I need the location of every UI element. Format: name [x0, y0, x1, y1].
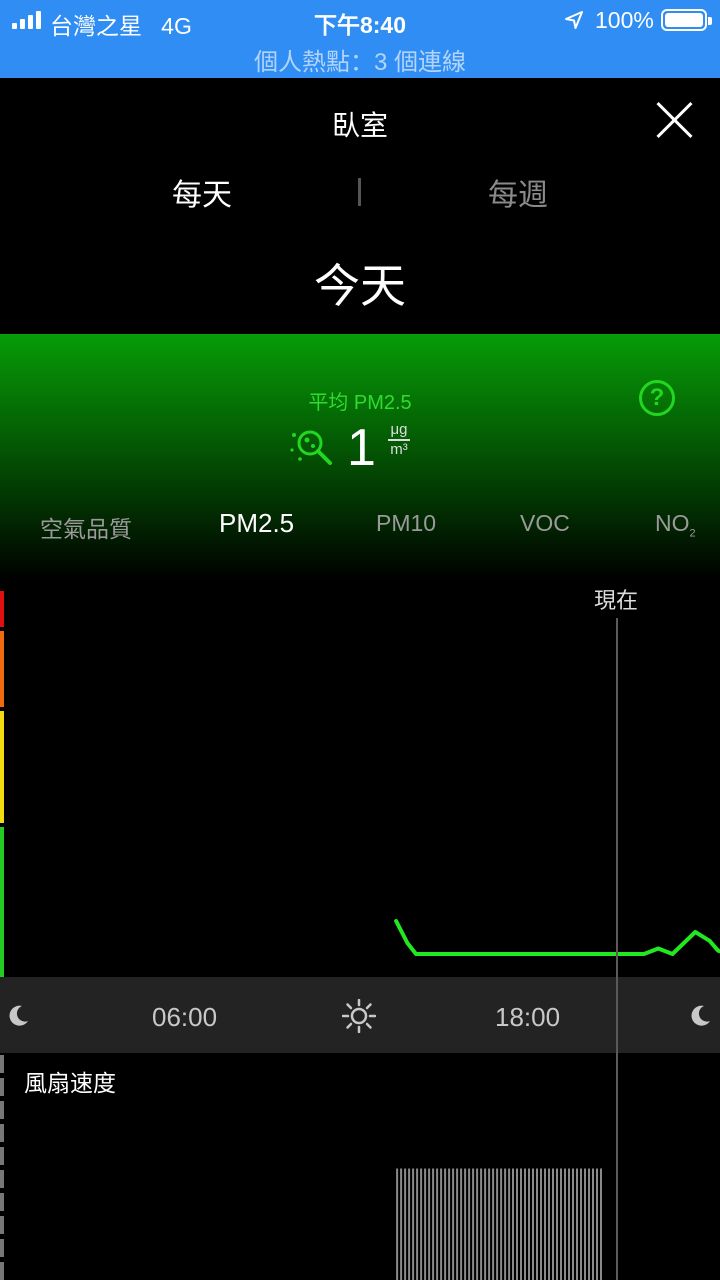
- fan-speed-bar: [396, 1168, 399, 1280]
- fan-speed-bar: [528, 1168, 530, 1280]
- fan-speed-bar: [468, 1168, 471, 1280]
- now-indicator-line: [616, 618, 618, 1280]
- fan-speed-bar: [432, 1168, 435, 1280]
- fan-speed-bar: [500, 1168, 503, 1280]
- fan-speed-bar: [492, 1168, 495, 1280]
- tab-weekly[interactable]: 每週: [488, 170, 548, 214]
- fan-speed-bar: [444, 1168, 447, 1280]
- average-label: 平均 PM2.5: [308, 392, 412, 414]
- fan-speed-bar: [440, 1168, 443, 1280]
- fan-speed-bar: [408, 1168, 411, 1280]
- fan-speed-bar: [476, 1168, 479, 1280]
- fan-speed-bar: [416, 1168, 419, 1280]
- fan-speed-bar: [540, 1168, 542, 1280]
- tab-no2[interactable]: NO2: [655, 510, 696, 540]
- average-value: 1: [347, 419, 376, 477]
- battery-percent: 100%: [595, 7, 654, 33]
- fan-speed-bar: [556, 1168, 558, 1280]
- day-title: 今天: [314, 260, 406, 312]
- fan-speed-bar: [552, 1168, 554, 1280]
- fan-speed-bar: [572, 1168, 574, 1280]
- fan-speed-bar: [428, 1168, 431, 1280]
- fan-speed-bar: [488, 1168, 491, 1280]
- fan-speed-bar: [600, 1168, 602, 1280]
- fan-speed-bar: [516, 1168, 518, 1280]
- fan-speed-bar: [568, 1168, 570, 1280]
- time-axis: 06:00 18:00: [0, 977, 720, 1053]
- tab-separator: [358, 178, 361, 206]
- fan-speed-bar: [576, 1168, 578, 1280]
- fan-speed-bar: [504, 1168, 507, 1280]
- fan-speed-bar: [496, 1168, 499, 1280]
- page-title: 臥室: [331, 110, 388, 141]
- fan-speed-bar: [472, 1168, 475, 1280]
- unit-label: μg m³: [388, 422, 410, 458]
- fan-speed-bar: [548, 1168, 550, 1280]
- sun-icon: [342, 999, 376, 1033]
- status-bar: 台灣之星 4G 下午8:40 100% 個人熱點：3 個連線: [0, 0, 720, 78]
- moon-icon: [9, 1005, 28, 1026]
- fan-speed-bar: [520, 1168, 522, 1280]
- close-button[interactable]: [654, 100, 694, 140]
- location-arrow-icon: [565, 11, 583, 29]
- fan-speed-bar: [544, 1168, 546, 1280]
- fan-speed-bar: [536, 1168, 538, 1280]
- tab-voc[interactable]: VOC: [520, 510, 570, 537]
- fan-speed-bar: [484, 1168, 487, 1280]
- fan-speed-bar: [448, 1168, 451, 1280]
- hotspot-banner[interactable]: 個人熱點：3 個連線: [0, 42, 720, 77]
- fan-speed-bar: [560, 1168, 562, 1280]
- dust-magnifier-icon: [290, 430, 332, 465]
- fan-speed-bar: [480, 1168, 483, 1280]
- pm25-chart: [394, 919, 720, 956]
- fan-speed-chart: [396, 1168, 602, 1280]
- fan-speed-bar: [524, 1168, 526, 1280]
- tab-air-quality[interactable]: 空氣品質: [40, 510, 132, 544]
- tab-pm10[interactable]: PM10: [376, 510, 436, 537]
- fan-speed-bar: [424, 1168, 427, 1280]
- fan-speed-bar: [596, 1168, 598, 1280]
- tab-pm25[interactable]: PM2.5: [219, 508, 294, 539]
- fan-speed-bar: [436, 1168, 439, 1280]
- fan-speed-bar: [584, 1168, 586, 1280]
- fan-speed-bar: [592, 1168, 594, 1280]
- fan-speed-bar: [532, 1168, 534, 1280]
- tab-daily[interactable]: 每天: [172, 170, 232, 214]
- battery-icon: [661, 9, 712, 31]
- fan-speed-bar: [512, 1168, 514, 1280]
- pm25-series-line: [394, 919, 720, 956]
- tick-1800: 18:00: [495, 1002, 561, 1032]
- summary-panel: 平均 PM2.5 ? 1 μg m³ 空氣品質 PM2.5 PM10 VOC N…: [0, 334, 720, 580]
- fan-speed-bar: [564, 1168, 566, 1280]
- fan-speed-bar: [412, 1168, 415, 1280]
- fan-speed-bar: [404, 1168, 407, 1280]
- help-icon[interactable]: ?: [639, 380, 675, 416]
- fan-speed-bar: [456, 1168, 459, 1280]
- fan-speed-bar: [420, 1168, 423, 1280]
- fan-speed-bar: [588, 1168, 590, 1280]
- fan-speed-bar: [580, 1168, 582, 1280]
- fan-speed-bar: [508, 1168, 511, 1280]
- fan-speed-bar: [452, 1168, 455, 1280]
- fan-speed-bar: [400, 1168, 403, 1280]
- moon-icon: [691, 1005, 710, 1026]
- fan-speed-bar: [464, 1168, 467, 1280]
- fan-speed-bar: [460, 1168, 463, 1280]
- tick-0600: 06:00: [152, 1002, 218, 1032]
